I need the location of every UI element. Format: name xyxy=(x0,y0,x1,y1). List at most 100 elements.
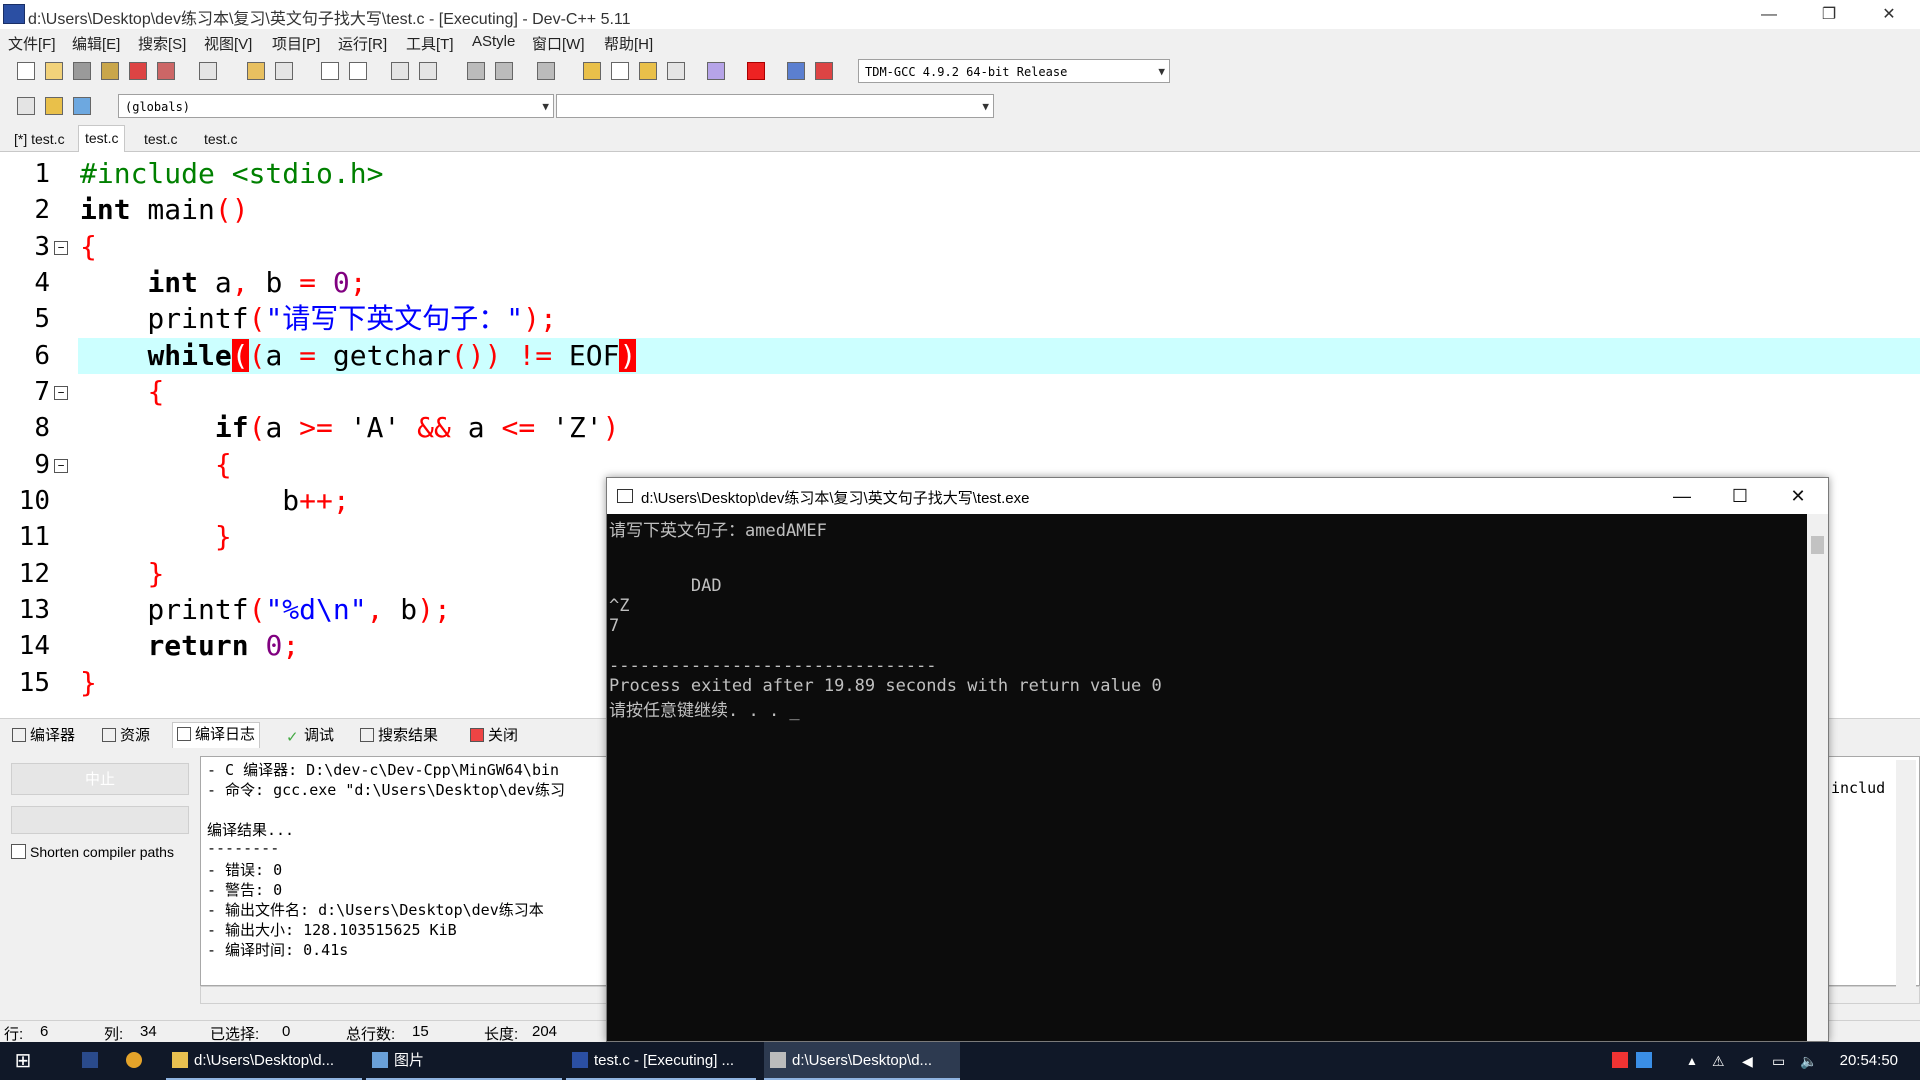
tab-compile-log[interactable]: 编译日志 xyxy=(172,722,261,749)
close-file-button[interactable] xyxy=(126,59,150,83)
tab-close-panel[interactable]: 关闭 xyxy=(466,724,522,746)
find-button[interactable] xyxy=(318,59,342,83)
menu-window[interactable]: 窗口[W] xyxy=(532,33,585,54)
bookmark-button[interactable] xyxy=(416,59,440,83)
goto-declaration-button[interactable] xyxy=(42,94,66,118)
tab-test-c-3[interactable]: test.c xyxy=(138,127,183,151)
code-line: b++; xyxy=(80,484,350,517)
tab-close-label: 关闭 xyxy=(488,727,519,744)
console-title-bar[interactable]: d:\Users\Desktop\dev练习本\复习\英文句子找大写\test.… xyxy=(607,478,1828,514)
log-vertical-scrollbar[interactable] xyxy=(1896,760,1916,1000)
taskbar-devcpp-label: test.c - [Executing] ... xyxy=(594,1052,735,1069)
console-line: DAD xyxy=(609,576,722,596)
unindent-button[interactable] xyxy=(492,59,516,83)
menu-view[interactable]: 视图[V] xyxy=(204,33,252,54)
console-scroll-thumb[interactable] xyxy=(1811,536,1824,554)
system-clock[interactable]: 20:54:50 xyxy=(1840,1042,1898,1080)
fold-toggle-icon[interactable]: − xyxy=(54,241,68,255)
run-button[interactable] xyxy=(608,59,632,83)
new-file-button[interactable] xyxy=(14,59,38,83)
line-number: 6 xyxy=(34,341,50,371)
menu-edit[interactable]: 编辑[E] xyxy=(72,33,120,54)
tab-resources[interactable]: 资源 xyxy=(98,724,154,746)
menu-run[interactable]: 运行[R] xyxy=(338,33,387,54)
battery-icon[interactable]: ▭ xyxy=(1772,1042,1792,1080)
compile-run-button[interactable] xyxy=(636,59,660,83)
maximize-button[interactable]: ❐ xyxy=(1806,0,1852,29)
insert-button[interactable] xyxy=(14,94,38,118)
toggle-comment-button[interactable] xyxy=(534,59,558,83)
replace-icon xyxy=(349,62,367,80)
menu-project[interactable]: 项目[P] xyxy=(272,33,320,54)
line-number: 2 xyxy=(34,195,50,225)
menu-astyle[interactable]: AStyle xyxy=(472,33,515,50)
tab-search-results[interactable]: 搜索结果 xyxy=(356,724,442,746)
taskbar-explorer[interactable]: d:\Users\Desktop\d... xyxy=(166,1042,362,1080)
shorten-paths-checkbox[interactable]: Shorten compiler paths xyxy=(11,844,174,860)
qq-tray-icon[interactable] xyxy=(1636,1042,1654,1080)
redo-button[interactable] xyxy=(272,59,296,83)
taskbar-console[interactable]: d:\Users\Desktop\d... xyxy=(764,1042,960,1080)
taskbar-pictures[interactable]: 图片 xyxy=(366,1042,562,1080)
rebuild-button[interactable] xyxy=(664,59,688,83)
log-line: - 输出大小: 128.103515625 KiB xyxy=(207,921,457,939)
tab-compiler[interactable]: 编译器 xyxy=(8,724,79,746)
console-output[interactable]: 请写下英文句子：amedAMEF DAD ^Z 7 --------------… xyxy=(607,514,1807,1041)
tab-test-c-4[interactable]: test.c xyxy=(198,127,243,151)
delete-profile-button[interactable] xyxy=(812,59,836,83)
tab-debug[interactable]: ✓ 调试 xyxy=(282,724,338,746)
line-number: 9 xyxy=(34,450,50,480)
taskbar-devcpp[interactable]: test.c - [Executing] ... xyxy=(566,1042,756,1080)
fold-toggle-icon[interactable]: − xyxy=(54,386,68,400)
menu-file[interactable]: 文件[F] xyxy=(8,33,56,54)
compiler-select[interactable]: TDM-GCC 4.9.2 64-bit Release ▼ xyxy=(858,59,1170,83)
close-all-button[interactable] xyxy=(154,59,178,83)
print-button[interactable] xyxy=(196,59,220,83)
code-line: } xyxy=(147,557,165,590)
close-button[interactable]: ✕ xyxy=(1866,0,1912,29)
fold-toggle-icon[interactable]: − xyxy=(54,459,68,473)
pdf-tray-icon[interactable] xyxy=(1612,1042,1628,1080)
console-icon xyxy=(770,1052,786,1068)
app-icon[interactable] xyxy=(82,1042,98,1080)
open-file-button[interactable] xyxy=(42,59,66,83)
line-number: 1 xyxy=(34,159,50,189)
menu-help[interactable]: 帮助[H] xyxy=(604,33,653,54)
stop-compile-button[interactable]: 中止 xyxy=(11,763,189,795)
minimize-button[interactable]: — xyxy=(1746,0,1792,29)
replace-button[interactable] xyxy=(346,59,370,83)
menu-search[interactable]: 搜索[S] xyxy=(138,33,186,54)
profile-button[interactable] xyxy=(784,59,808,83)
save-all-button[interactable] xyxy=(98,59,122,83)
save-button[interactable] xyxy=(70,59,94,83)
goto-definition-button[interactable] xyxy=(70,94,94,118)
log-line: - C 编译器: D:\dev-c\Dev-Cpp\MinGW64\bin xyxy=(207,761,560,779)
console-maximize-button[interactable]: ☐ xyxy=(1711,478,1769,514)
find-icon xyxy=(321,62,339,80)
console-window[interactable]: d:\Users\Desktop\dev练习本\复习\英文句子找大写\test.… xyxy=(606,477,1829,1042)
compile-button[interactable] xyxy=(580,59,604,83)
network-icon[interactable]: ⚠ xyxy=(1712,1042,1732,1080)
tab-test-c-active[interactable]: test.c xyxy=(78,125,126,152)
tray-expand-icon[interactable]: ▲ xyxy=(1686,1042,1700,1080)
indent-button[interactable] xyxy=(464,59,488,83)
tab-test-c-modified[interactable]: [*] test.c xyxy=(8,127,71,151)
undo-button[interactable] xyxy=(244,59,268,83)
scope-select[interactable]: (globals) ▼ xyxy=(118,94,554,118)
notification-icon[interactable]: ◀ xyxy=(1742,1042,1758,1080)
menu-tools[interactable]: 工具[T] xyxy=(406,33,454,54)
chrome-taskbar-button[interactable] xyxy=(126,1042,148,1080)
windows-start-icon[interactable]: ⊞ xyxy=(10,1042,36,1080)
syntax-check-button[interactable] xyxy=(704,59,728,83)
folder-icon xyxy=(172,1052,188,1068)
console-scrollbar[interactable] xyxy=(1807,514,1828,1041)
stop-execution-button[interactable] xyxy=(744,59,768,83)
line-number: 13 xyxy=(18,595,50,625)
goto-line-button[interactable] xyxy=(388,59,412,83)
pdf-icon xyxy=(1612,1052,1628,1068)
log-line: - 警告: 0 xyxy=(207,881,283,899)
function-select[interactable]: ▼ xyxy=(556,94,994,118)
console-close-button[interactable]: ✕ xyxy=(1769,478,1827,514)
volume-icon[interactable]: 🔈 xyxy=(1800,1042,1820,1080)
console-minimize-button[interactable]: — xyxy=(1653,478,1711,514)
